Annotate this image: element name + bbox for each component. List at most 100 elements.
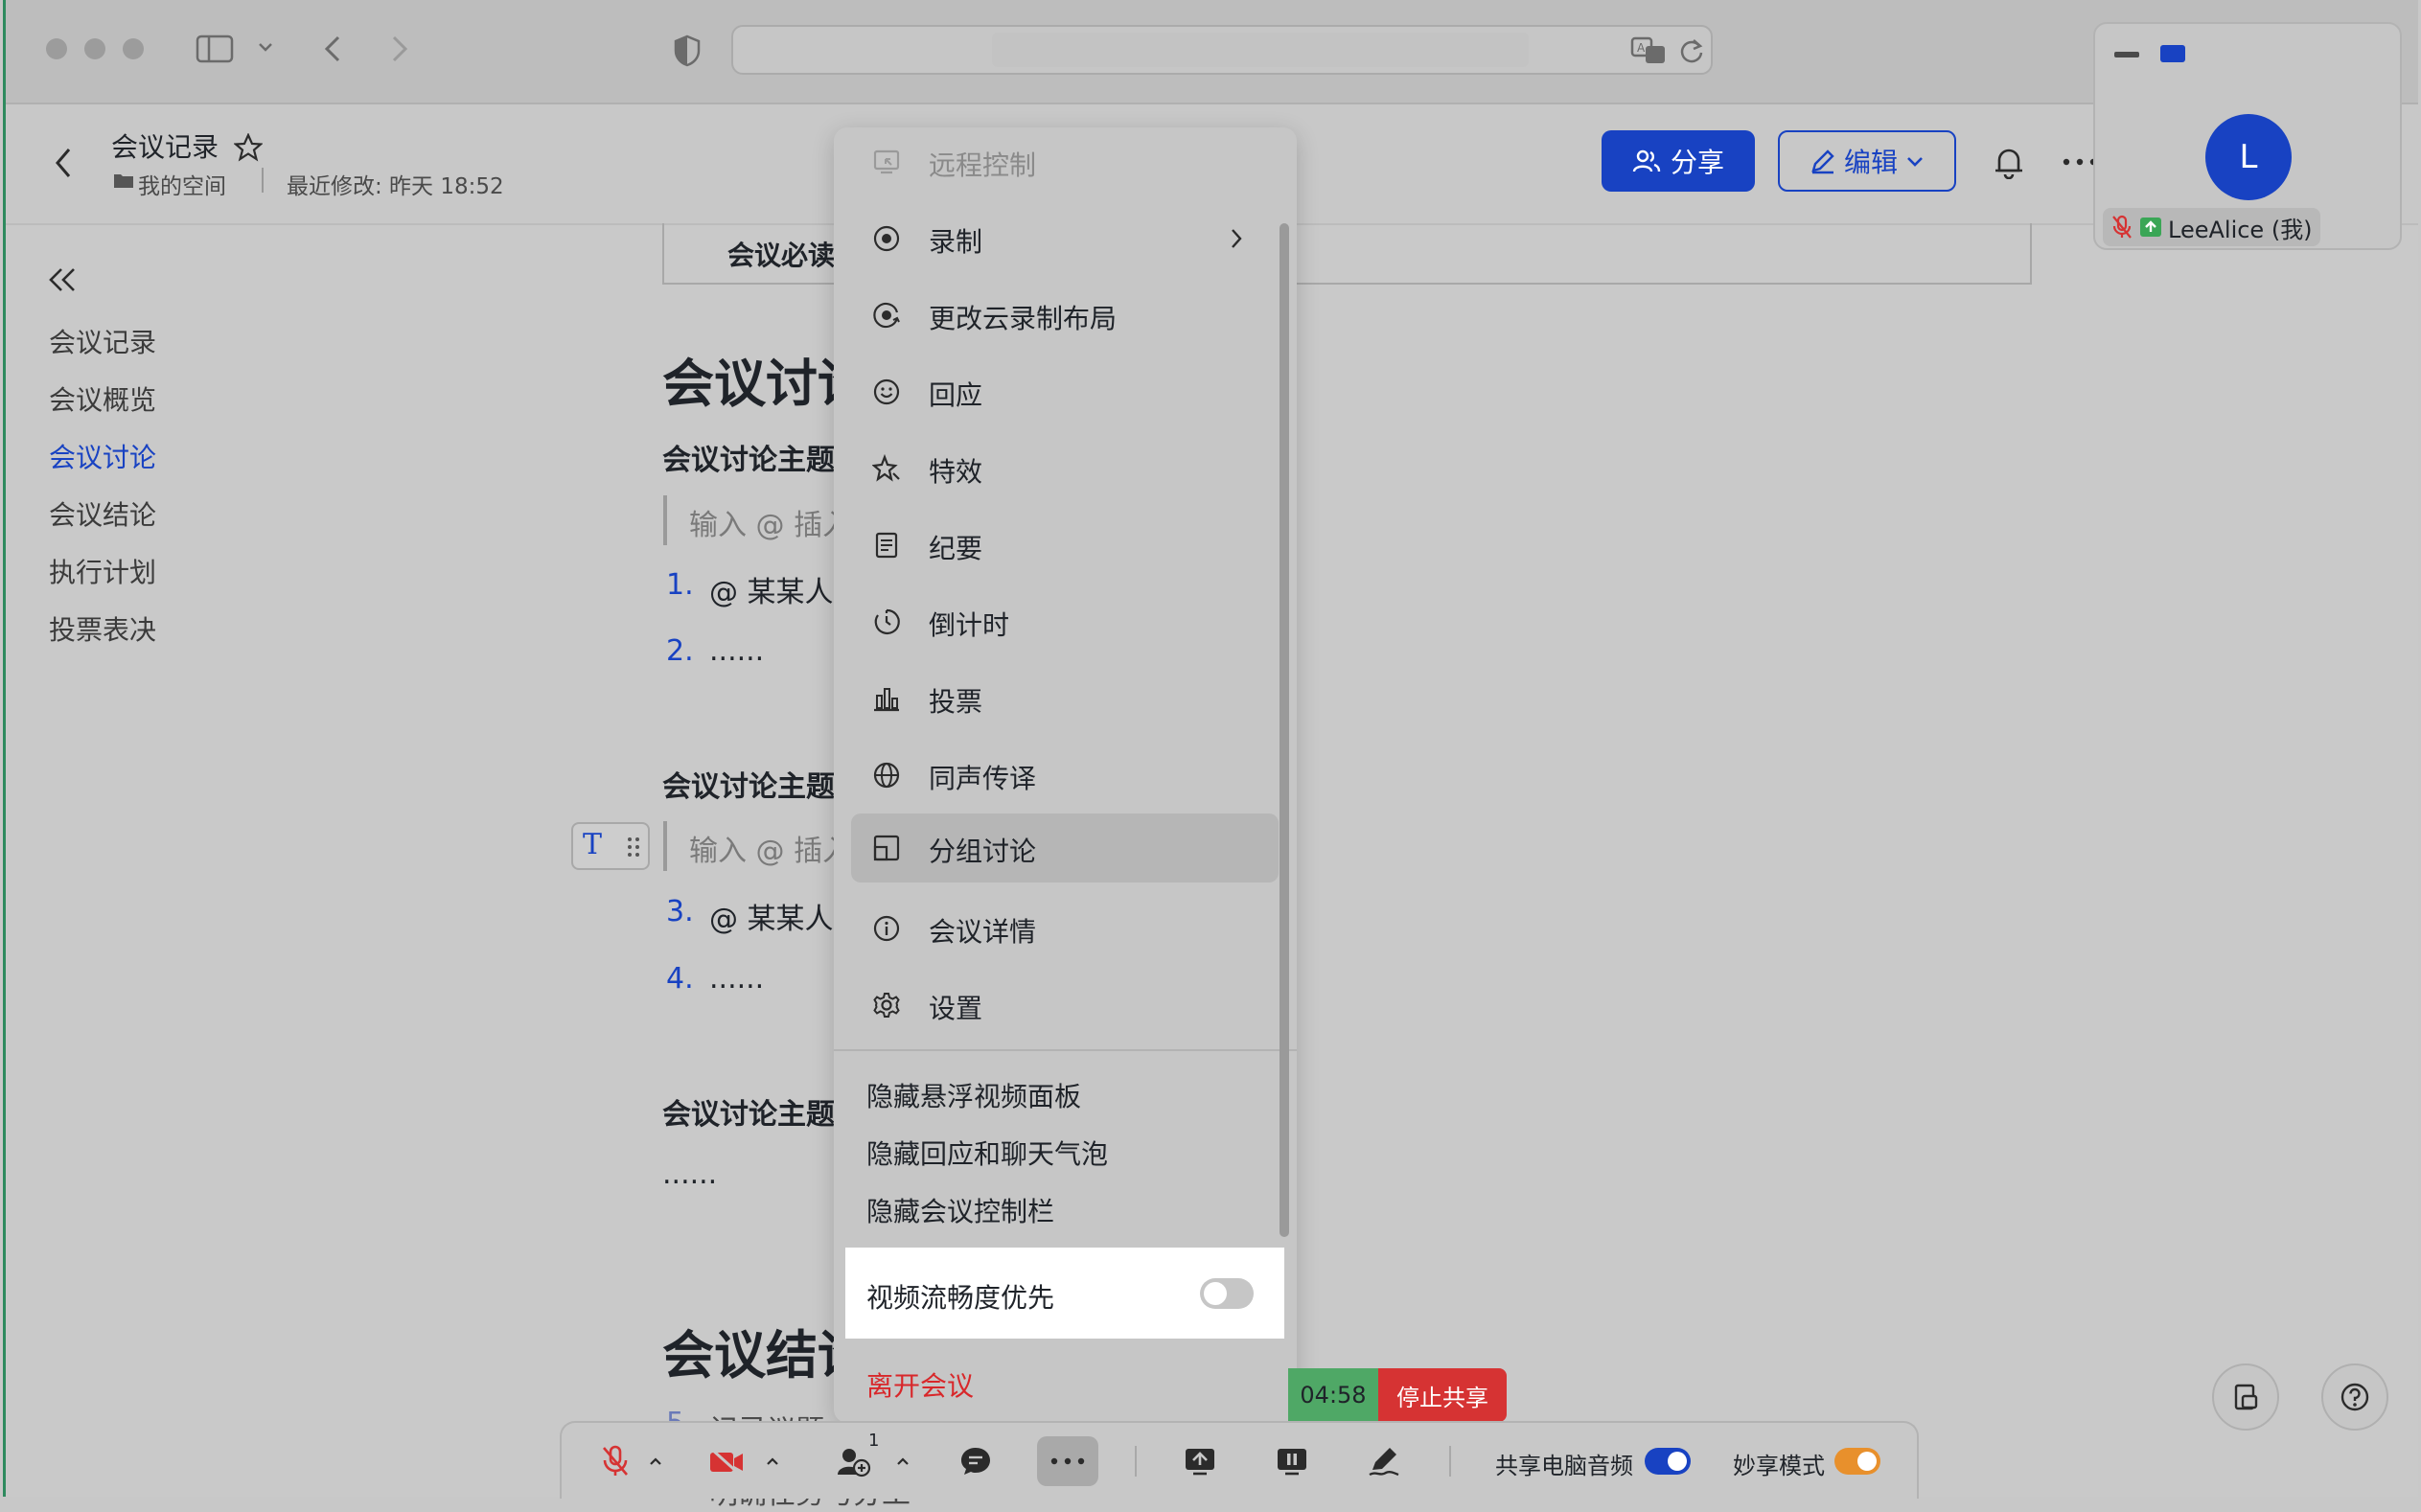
share-timer-text: 04:58 [1300,1382,1367,1409]
edit-button[interactable]: 编辑 [1778,130,1956,192]
menu-item-breakout-rooms[interactable]: 分组讨论 [851,813,1279,882]
info-icon [872,914,901,943]
annotate-icon[interactable] [1363,1436,1405,1486]
menu-item-reactions[interactable]: 回应 [834,357,1297,426]
share-button[interactable]: 分享 [1602,130,1755,192]
menu-item-hide-reactions[interactable]: 隐藏回应和聊天气泡 [866,1134,1108,1172]
menu-item-cloud-record-layout[interactable]: 更改云录制布局 [834,281,1297,350]
toggle-knob [1204,1282,1227,1305]
pencil-icon [1810,148,1836,174]
zoom-window-button[interactable] [123,38,144,59]
outline-item-discussion[interactable]: 会议讨论 [49,437,156,475]
list-item: @ 某某人 [709,576,834,609]
menu-item-label: 特效 [929,456,983,488]
meta-divider [262,168,264,193]
share-screen-icon[interactable] [1179,1436,1221,1486]
more-dots-icon [1050,1457,1085,1465]
pause-share-icon[interactable] [1271,1436,1313,1486]
menu-item-record[interactable]: 录制 [834,204,1297,273]
doc-tools-button[interactable] [2212,1363,2279,1431]
menu-item-meeting-info[interactable]: 会议详情 [834,894,1297,963]
menu-item-interpretation[interactable]: 同声传译 [834,741,1297,810]
chevron-up-icon[interactable] [893,1436,912,1486]
more-button[interactable] [1037,1436,1098,1486]
outline-item-plan[interactable]: 执行计划 [49,552,156,590]
close-window-button[interactable] [46,38,67,59]
chevron-up-icon[interactable] [646,1436,665,1486]
block-handle[interactable]: T [571,822,650,870]
stop-sharing-label: 停止共享 [1396,1384,1488,1411]
mic-muted-icon[interactable] [596,1436,634,1486]
more-options-icon[interactable] [2063,158,2097,166]
collapse-outline-icon[interactable] [46,266,79,293]
menu-item-label: 远程控制 [929,149,1037,181]
menu-item-poll[interactable]: 投票 [834,664,1297,733]
document-icon [2231,1383,2260,1411]
record-icon [872,224,901,253]
chevron-down-icon[interactable] [257,40,274,54]
translate-icon[interactable]: A [1630,36,1667,65]
menu-item-label: 投票 [929,686,983,718]
minimize-panel-icon[interactable] [2114,52,2139,57]
menu-item-hide-floating-video[interactable]: 隐藏悬浮视频面板 [866,1076,1081,1114]
menu-item-label: 分组讨论 [929,836,1037,867]
outline-item-meeting-record[interactable]: 会议记录 [49,322,156,360]
effects-icon [872,454,901,483]
camera-off-icon[interactable] [705,1436,748,1486]
shield-icon[interactable] [673,34,702,67]
chat-icon[interactable] [955,1436,997,1486]
menu-item-settings[interactable]: 设置 [834,971,1297,1040]
video-fluency-toggle[interactable] [1200,1278,1254,1309]
menu-divider [834,1049,1297,1051]
outline-item-vote[interactable]: 投票表决 [49,609,156,648]
timer-icon [872,607,901,636]
gallery-view-icon[interactable] [2160,45,2185,62]
quote-bar [663,495,667,545]
avatar: L [2205,114,2292,200]
floating-video-panel[interactable]: L LeeAlice (我) [2093,22,2402,250]
browser-toolbar: A [6,0,2418,104]
share-audio-toggle[interactable] [1645,1448,1691,1475]
stop-sharing-button[interactable]: 停止共享 [1378,1368,1507,1422]
list-item: @ 某某人 [709,903,834,936]
menu-item-notes[interactable]: 纪要 [834,511,1297,580]
back-icon[interactable] [322,34,343,63]
forward-icon[interactable] [389,34,410,63]
ellipsis-text: ...... [662,1157,718,1191]
callout-text: 会议必读 [727,240,836,271]
list-number: 3. [666,895,694,928]
input-placeholder[interactable]: 输入 @ 插入 [689,827,851,869]
menu-item-effects[interactable]: 特效 [834,434,1297,503]
menu-item-label: 设置 [929,993,983,1024]
menu-item-hide-controls[interactable]: 隐藏会议控制栏 [866,1191,1054,1229]
drag-handle-icon[interactable] [627,836,640,859]
quote-bar [663,821,667,871]
minimize-window-button[interactable] [84,38,105,59]
video-fluency-label: 视频流畅度优先 [866,1282,1055,1314]
address-bar[interactable]: A [731,25,1713,75]
chevron-up-icon[interactable] [763,1436,782,1486]
control-divider [1449,1446,1451,1477]
doc-space[interactable]: 我的空间 [138,168,226,200]
menu-scrollbar[interactable] [1280,223,1289,1237]
input-placeholder[interactable]: 输入 @ 插入 [689,501,851,543]
outline-item-conclusion[interactable]: 会议结论 [49,494,156,533]
emoji-icon [872,378,901,406]
folder-icon [113,172,134,189]
help-button[interactable] [2321,1363,2388,1431]
bell-icon[interactable] [1993,145,2025,179]
star-icon[interactable] [234,133,263,162]
participant-name: LeeAlice (我) [2168,216,2313,243]
miaoxiang-mode-label: 妙享模式 [1733,1453,1825,1479]
toggle-knob [1857,1452,1877,1471]
edit-label: 编辑 [1843,147,1898,178]
menu-item-countdown[interactable]: 倒计时 [834,587,1297,656]
topic-heading: 会议讨论主题 [662,444,835,477]
back-arrow-icon[interactable] [54,147,73,179]
leave-meeting-button[interactable]: 离开会议 [866,1365,974,1404]
miaoxiang-mode-toggle[interactable] [1834,1448,1880,1475]
share-timer: 04:58 [1288,1368,1378,1422]
outline-item-overview[interactable]: 会议概览 [49,379,156,418]
sidebar-toggle-icon[interactable] [196,34,234,63]
reload-icon[interactable] [1678,36,1705,65]
